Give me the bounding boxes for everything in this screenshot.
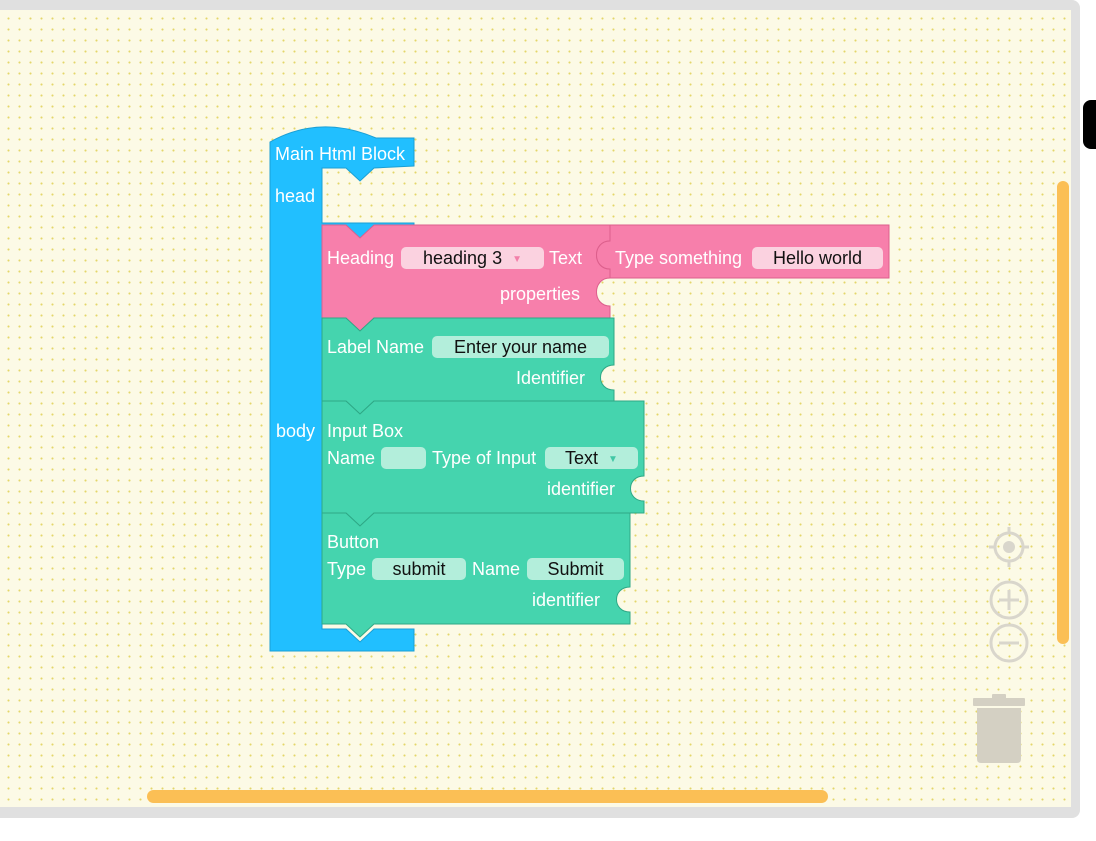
button-name-field[interactable]: Submit [527, 558, 624, 580]
body-label: body [276, 421, 316, 441]
blockly-workspace[interactable]: Main Html Block head body Heading headin… [0, 10, 1071, 807]
input-type-dropdown[interactable]: Text ▼ [545, 447, 638, 469]
label-name-label: Label Name [327, 337, 425, 357]
button-block-title: Button [327, 532, 380, 552]
vertical-scrollbar[interactable] [1057, 181, 1069, 644]
button-type-field[interactable]: submit [372, 558, 466, 580]
dropdown-arrow-icon: ▼ [608, 454, 618, 465]
input-type-value: Text [565, 448, 599, 468]
label-name-field[interactable]: Enter your name [432, 336, 609, 358]
text-block-label: Type something [615, 248, 743, 268]
heading-text-label: Text [549, 248, 583, 268]
dropdown-arrow-icon: ▼ [512, 254, 522, 265]
button-identifier-label: identifier [532, 590, 601, 610]
trash-icon[interactable] [970, 693, 1028, 765]
button-name-label: Name [472, 559, 521, 579]
zoom-in-icon[interactable] [988, 579, 1030, 621]
input-type-label: Type of Input [432, 448, 537, 468]
input-box-title: Input Box [327, 421, 404, 441]
heading-level-dropdown[interactable]: heading 3 ▼ [401, 247, 544, 269]
input-identifier-label: identifier [547, 479, 616, 499]
input-name-field[interactable] [381, 447, 426, 469]
heading-properties-label: properties [500, 284, 581, 304]
heading-label: Heading [327, 248, 395, 268]
main-block-title: Main Html Block [275, 144, 406, 164]
button-type-label: Type [327, 559, 367, 579]
heading-level-value: heading 3 [423, 248, 503, 268]
recenter-icon[interactable] [988, 526, 1030, 568]
label-block[interactable] [321, 317, 615, 415]
text-value-field[interactable]: Hello world [752, 247, 883, 269]
block-shapes [269, 126, 890, 652]
zoom-out-icon[interactable] [988, 622, 1030, 664]
side-tab[interactable] [1083, 100, 1096, 149]
heading-block[interactable] [321, 224, 611, 332]
horizontal-scrollbar[interactable] [147, 790, 828, 803]
label-identifier-label: Identifier [516, 368, 586, 388]
input-name-label: Name [327, 448, 376, 468]
head-label: head [275, 186, 316, 206]
